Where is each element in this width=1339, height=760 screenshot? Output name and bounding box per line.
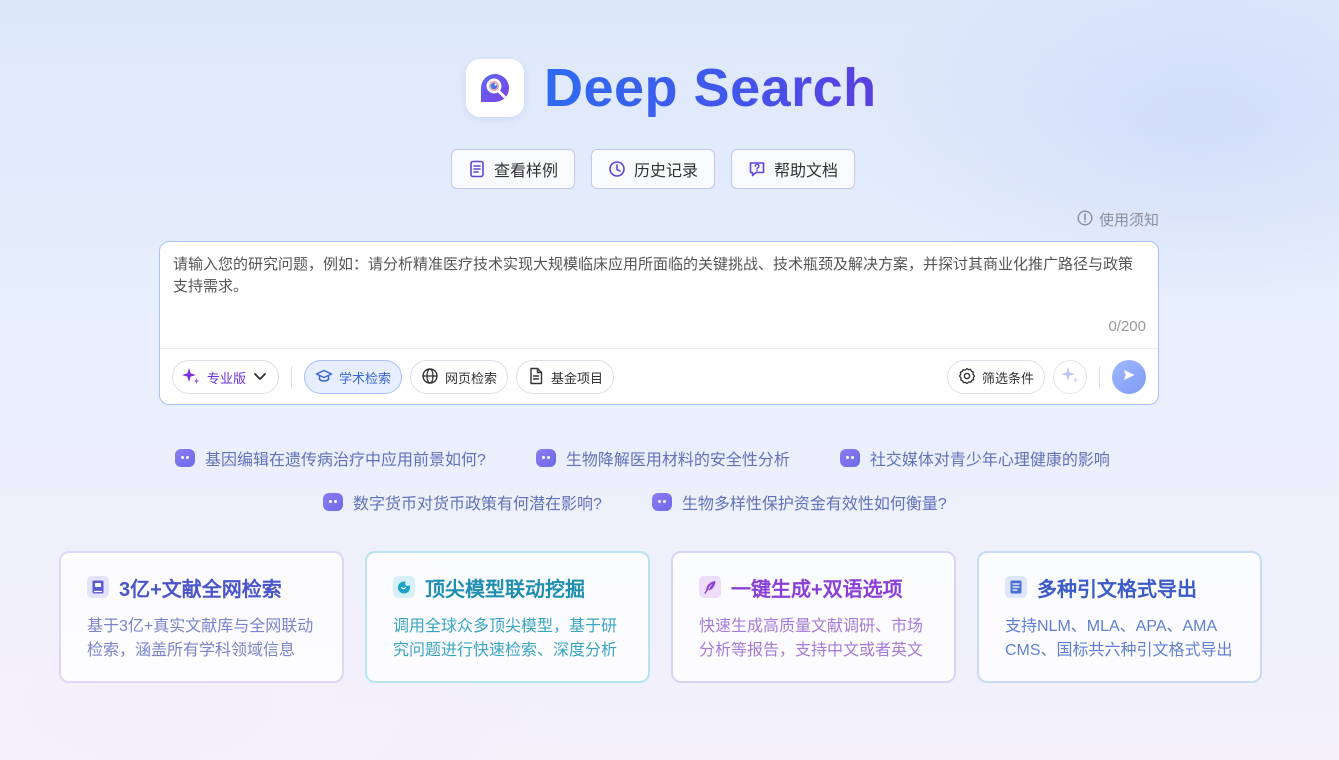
- suggestion-text: 基因编辑在遗传病治疗中应用前景如何?: [205, 452, 486, 469]
- filter-conditions-button[interactable]: 筛选条件: [946, 360, 1045, 394]
- mode-academic-search[interactable]: 学术检索: [304, 360, 403, 394]
- feature-card: 3亿+文献全网检索 基于3亿+真实文献库与全网联动检索，涵盖所有学科领域信息: [59, 551, 344, 683]
- sparkle-icon: [181, 366, 201, 389]
- graduation-cap-icon: [315, 367, 333, 388]
- view-examples-button[interactable]: 查看样例: [451, 149, 576, 189]
- version-dropdown[interactable]: 专业版: [172, 360, 280, 394]
- search-toolbar: 专业版 学术检索 网页检索 基金项目 筛选条件: [172, 360, 1146, 394]
- suggestion-item[interactable]: 社交媒体对青少年心理健康的影响: [839, 446, 1110, 470]
- chat-bubble-icon: [535, 449, 556, 467]
- enhance-prompt-button[interactable]: [1053, 360, 1087, 394]
- app-title: Deep Search: [544, 58, 877, 118]
- suggestion-item[interactable]: 生物多样性保护资金有效性如何衡量?: [651, 490, 947, 514]
- toolbar-separator: [1099, 366, 1100, 388]
- usage-notice-label: 使用须知: [1098, 212, 1159, 229]
- top-actions: 查看样例 历史记录 帮助文档: [451, 149, 856, 189]
- suggestion-item[interactable]: 数字货币对货币政策有何潜在影响?: [323, 490, 602, 514]
- globe-icon: [421, 367, 439, 388]
- help-docs-button[interactable]: 帮助文档: [731, 149, 856, 189]
- suggestion-text: 生物降解医用材料的安全性分析: [565, 452, 790, 469]
- char-counter: 0/200: [1108, 318, 1146, 335]
- chat-bubble-icon: [175, 449, 195, 467]
- suggestion-text: 生物多样性保护资金有效性如何衡量?: [681, 496, 947, 513]
- info-icon: [1077, 209, 1093, 230]
- feature-title: 3亿+文献全网检索: [119, 578, 282, 601]
- feature-title: 顶尖模型联动挖掘: [425, 578, 585, 601]
- research-question-input[interactable]: [173, 254, 1143, 314]
- brand: Deep Search: [466, 58, 877, 118]
- divider: [160, 348, 1158, 349]
- sparkle-icon: [1060, 365, 1080, 390]
- mode-academic-label: 学术检索: [339, 370, 392, 386]
- chat-bubble-icon: [651, 493, 672, 511]
- feature-card: 一键生成+双语选项 快速生成高质量文献调研、市场分析等报告，支持中文或者英文: [671, 551, 956, 683]
- brain-icon: [393, 576, 415, 598]
- clock-icon: [608, 160, 626, 178]
- feature-title: 一键生成+双语选项: [731, 578, 903, 601]
- version-label: 专业版: [207, 370, 247, 386]
- mode-fund-label: 基金项目: [551, 370, 604, 386]
- gear-icon: [958, 367, 976, 388]
- chevron-down-icon: [252, 368, 268, 387]
- send-icon: [1121, 367, 1137, 388]
- suggestions-row-2: 数字货币对货币政策有何潜在影响? 生物多样性保护资金有效性如何衡量?: [323, 490, 947, 514]
- help-chat-icon: [748, 160, 766, 178]
- toolbar-separator: [291, 366, 293, 388]
- book-icon: [87, 576, 109, 598]
- suggestion-item[interactable]: 生物降解医用材料的安全性分析: [535, 446, 790, 470]
- feature-desc: 支持NLM、MLA、APA、AMA CMS、国标共六种引文格式导出: [1005, 618, 1233, 659]
- feature-card: 顶尖模型联动挖掘 调用全球众多顶尖模型，基于研究问题进行快速检索、深度分析: [365, 551, 650, 683]
- feature-title: 多种引文格式导出: [1037, 578, 1197, 601]
- usage-notice-link[interactable]: 使用须知: [1077, 209, 1159, 230]
- chat-bubble-icon: [323, 493, 343, 511]
- file-icon: [527, 367, 545, 388]
- filter-conditions-label: 筛选条件: [981, 370, 1034, 386]
- view-examples-label: 查看样例: [494, 163, 559, 180]
- history-button[interactable]: 历史记录: [591, 149, 716, 189]
- suggestion-text: 数字货币对货币政策有何潜在影响?: [353, 496, 602, 513]
- document-icon: [468, 160, 486, 178]
- suggestions-row-1: 基因编辑在遗传病治疗中应用前景如何? 生物降解医用材料的安全性分析 社交媒体对青…: [175, 446, 1110, 470]
- suggestion-text: 社交媒体对青少年心理健康的影响: [869, 452, 1110, 469]
- app-logo-icon: [466, 59, 524, 117]
- feature-desc: 调用全球众多顶尖模型，基于研究问题进行快速检索、深度分析: [393, 618, 618, 659]
- help-docs-label: 帮助文档: [774, 163, 839, 180]
- feature-desc: 基于3亿+真实文献库与全网联动检索，涵盖所有学科领域信息: [87, 618, 314, 659]
- mode-web-label: 网页检索: [445, 370, 498, 386]
- send-button[interactable]: [1112, 360, 1146, 394]
- history-label: 历史记录: [634, 163, 699, 180]
- feature-desc: 快速生成高质量文献调研、市场分析等报告，支持中文或者英文: [699, 618, 924, 659]
- feather-icon: [699, 576, 721, 598]
- chat-bubble-icon: [839, 449, 860, 467]
- list-doc-icon: [1005, 576, 1027, 598]
- suggestion-item[interactable]: 基因编辑在遗传病治疗中应用前景如何?: [175, 446, 486, 470]
- feature-card: 多种引文格式导出 支持NLM、MLA、APA、AMA CMS、国标共六种引文格式…: [977, 551, 1262, 683]
- mode-web-search[interactable]: 网页检索: [410, 360, 509, 394]
- search-panel: 0/200 专业版 学术检索 网页检索: [159, 241, 1159, 405]
- mode-fund-projects[interactable]: 基金项目: [516, 360, 615, 394]
- feature-cards: 3亿+文献全网检索 基于3亿+真实文献库与全网联动检索，涵盖所有学科领域信息 顶…: [59, 551, 1262, 683]
